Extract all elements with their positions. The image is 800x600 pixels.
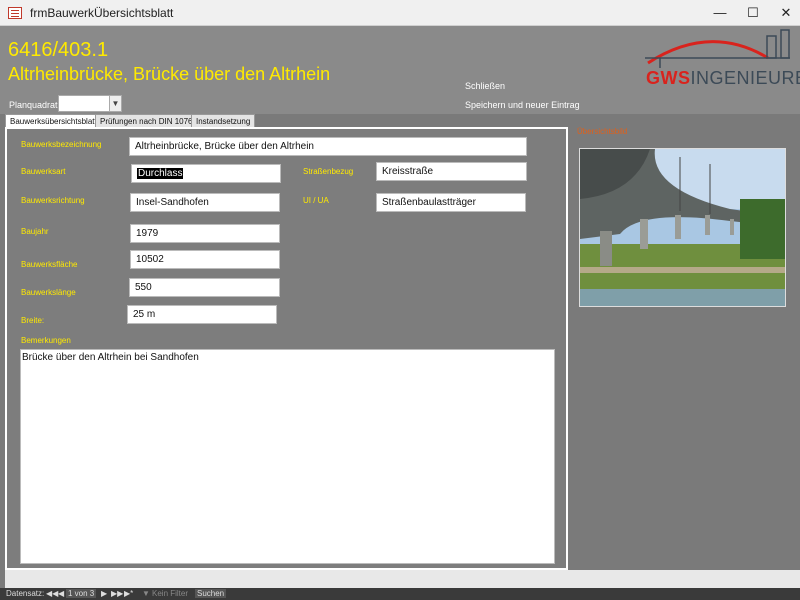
bridge-photo-graphic [580,149,785,306]
first-record-icon[interactable]: ◀◀ [46,589,58,598]
ui-ua-label: UI / UA [303,196,329,205]
form-panel: Bauwerksbezeichnung Altrheinbrücke, Brüc… [5,127,568,570]
ui-ua-field[interactable]: Straßenbaulastträger [376,193,526,212]
bauwerksart-label: Bauwerksart [21,167,66,176]
tab-instandsetzung[interactable]: Instandsetzung [191,114,256,128]
bauwerkslaenge-label: Bauwerkslänge [21,288,76,297]
overview-label: Übersichtsbild [577,127,628,136]
logo-text: GWSINGENIEURE [646,68,800,89]
breite-label: Breite: [21,316,45,325]
record-label: Datensatz: [6,589,45,598]
save-and-new-button[interactable]: Speichern und neuer Eintrag [465,100,580,110]
window-titlebar: frmBauwerkÜbersichtsblatt — ☐ ✕ [0,0,800,26]
filter-icon[interactable]: ▼ [142,589,150,598]
close-icon[interactable]: ✕ [766,0,800,26]
bauwerksart-value: Durchlass [137,168,184,179]
filter-label[interactable]: Kein Filter [152,589,188,598]
record-navigation-bar: Datensatz: ◀◀ ◀ 1 von 3 ▶ ▶▶ ▶* ▼ Kein F… [0,588,800,600]
overview-photo [579,148,786,307]
strassenbezug-label: Straßenbezug [303,167,354,176]
bauwerkslaenge-field[interactable]: 550 [129,278,280,297]
company-logo: GWSINGENIEURE [640,28,800,108]
bezeichnung-field[interactable]: Altrheinbrücke, Brücke über den Altrhein [129,137,527,156]
bauwerksflaeche-field[interactable]: 10502 [130,250,280,269]
window-title: frmBauwerkÜbersichtsblatt [30,6,174,20]
logo-text-ingenieure: INGENIEURE [690,68,800,88]
prev-record-icon[interactable]: ◀ [58,589,64,598]
bauwerksart-field[interactable]: Durchlass [131,164,281,183]
tab-pruefungen[interactable]: Prüfungen nach DIN 1076 [95,114,198,128]
planquadrat-label: Planquadrat [9,100,58,110]
close-button[interactable]: Schließen [465,81,505,91]
baujahr-label: Baujahr [21,227,49,236]
record-position-field[interactable]: 1 von 3 [66,589,97,598]
breite-field[interactable]: 25 m [127,305,277,324]
baujahr-field[interactable]: 1979 [130,224,280,243]
bauwerksrichtung-label: Bauwerksrichtung [21,196,85,205]
logo-text-gws: GWS [646,68,691,88]
page-title: Altrheinbrücke, Brücke über den Altrhein [8,64,331,84]
bauwerksflaeche-label: Bauwerksfläche [21,260,78,269]
bemerkungen-label: Bemerkungen [21,336,71,345]
bauwerk-number: 6416/403.1 [8,39,109,61]
chevron-down-icon[interactable]: ▼ [109,96,121,111]
new-record-icon[interactable]: ▶* [124,589,133,598]
strassenbezug-field[interactable]: Kreisstraße [376,162,527,181]
form-header: 6416/403.1 Altrheinbrücke, Brücke über d… [0,26,800,114]
bezeichnung-label: Bauwerksbezeichnung [21,140,102,149]
form-footer [5,570,800,588]
bemerkungen-textarea[interactable]: Brücke über den Altrhein bei Sandhofen [20,349,555,564]
tab-bauwerksuebersichtsblatt[interactable]: Bauwerksübersichtsblatt [5,114,102,128]
planquadrat-select[interactable]: ▼ [58,95,122,112]
last-record-icon[interactable]: ▶▶ [111,589,123,598]
bauwerksrichtung-field[interactable]: Insel-Sandhofen [130,193,280,212]
next-record-icon[interactable]: ▶ [101,589,107,598]
search-field[interactable]: Suchen [195,589,227,598]
form-icon [8,7,22,19]
